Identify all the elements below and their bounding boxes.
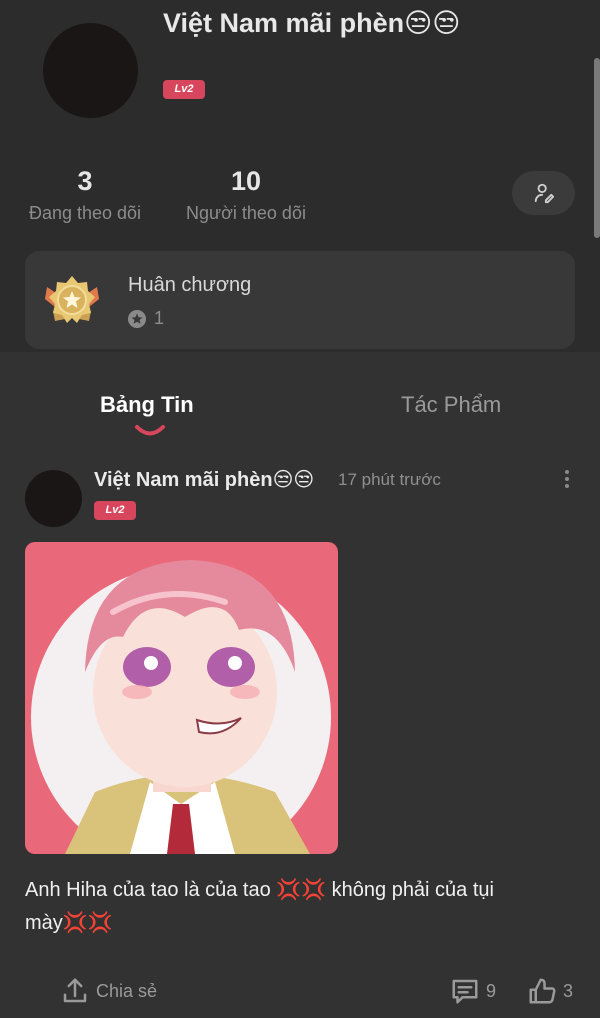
medal-count-row: 1 <box>128 308 164 329</box>
medal-count: 1 <box>154 308 165 328</box>
profile-header: Việt Nam mãi phèn😒😒 Lv2 3 Đang theo dõi … <box>0 0 600 352</box>
post-author-avatar[interactable] <box>25 470 82 527</box>
medal-card[interactable]: Huân chương 1 <box>25 251 575 349</box>
tab-works[interactable]: Tác Phẩm <box>401 392 501 418</box>
medal-icon <box>45 276 99 323</box>
thumbs-up-icon <box>529 978 556 1004</box>
post-level-badge: Lv2 <box>94 501 136 520</box>
more-options-button[interactable] <box>559 466 575 492</box>
person-edit-icon <box>534 183 554 204</box>
like-count: 3 <box>563 980 574 1001</box>
star-badge-icon <box>128 309 146 328</box>
profile-avatar[interactable] <box>43 23 138 118</box>
more-dot-icon <box>565 470 569 474</box>
edit-profile-button[interactable] <box>512 171 575 215</box>
level-badge: Lv2 <box>163 80 205 99</box>
following-stat[interactable]: 3 Đang theo dõi <box>26 166 144 224</box>
followers-stat[interactable]: 10 Người theo dõi <box>181 166 311 224</box>
share-icon <box>63 978 87 1003</box>
like-button[interactable]: 3 <box>527 976 573 1006</box>
anime-portrait-image <box>25 542 338 854</box>
followers-count: 10 <box>230 166 262 196</box>
post-author-name[interactable]: Việt Nam mãi phèn😒😒 <box>94 467 314 492</box>
more-dot-icon <box>565 477 569 481</box>
followers-label: Người theo dõi <box>186 203 306 223</box>
more-dot-icon <box>565 484 569 488</box>
comment-icon <box>452 979 478 1004</box>
following-count: 3 <box>77 166 93 196</box>
share-label: Chia sẻ <box>96 980 158 1001</box>
profile-username: Việt Nam mãi phèn😒😒 <box>163 8 461 38</box>
tab-feed[interactable]: Bảng Tin <box>100 392 194 418</box>
following-label: Đang theo dõi <box>28 203 142 223</box>
post-image[interactable] <box>25 542 338 854</box>
post-timestamp: 17 phút trước <box>338 470 441 489</box>
comment-count: 9 <box>486 980 497 1001</box>
active-tab-indicator <box>135 425 165 436</box>
medal-title: Huân chương <box>128 274 252 296</box>
post-content: Anh Hiha của tao là của tao 💢💢 không phả… <box>25 879 494 934</box>
scrollbar[interactable] <box>594 58 600 238</box>
comment-button[interactable]: 9 <box>450 976 496 1006</box>
share-button[interactable]: Chia sẻ <box>60 976 157 1006</box>
